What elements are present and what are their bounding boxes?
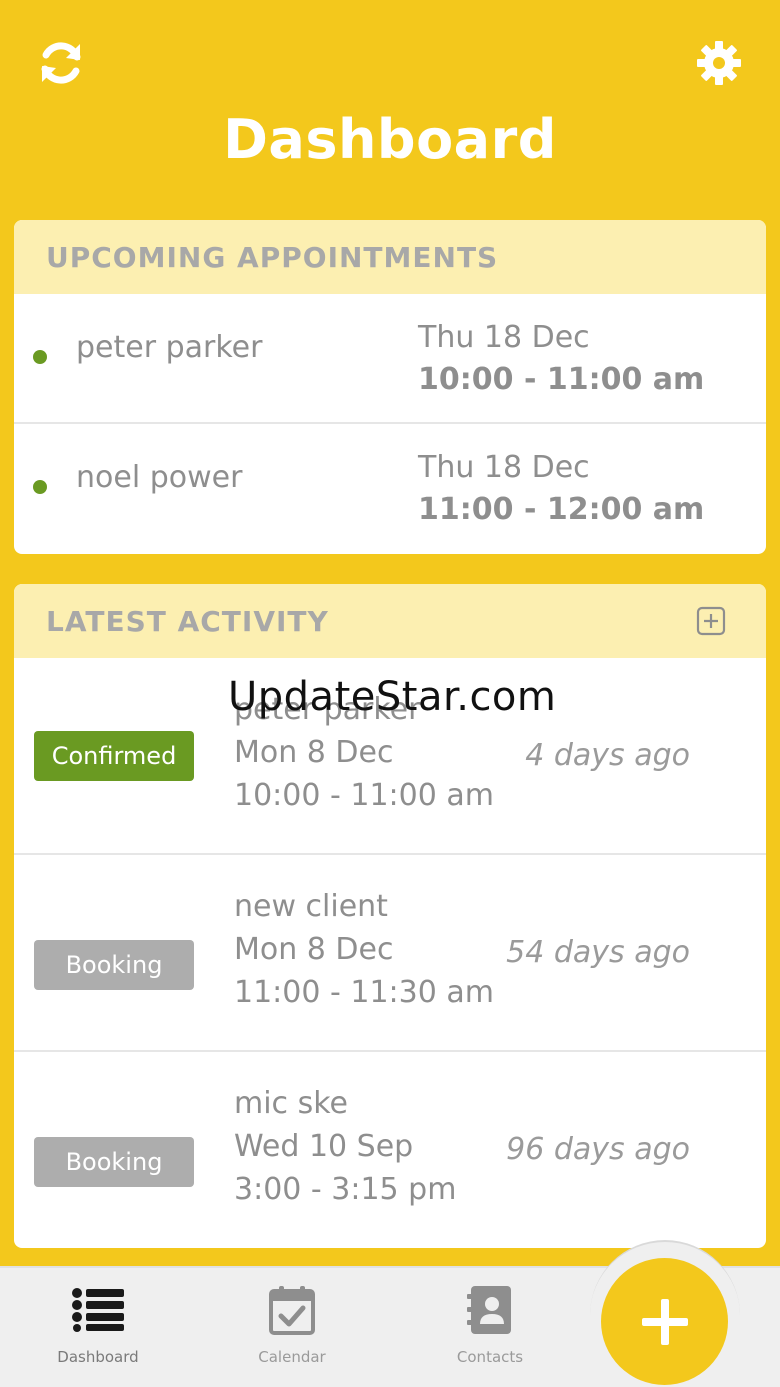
- activity-time: 11:00 - 11:30 am: [234, 975, 494, 1010]
- appointments-title: UPCOMING APPOINTMENTS: [46, 240, 499, 274]
- appointment-date: Thu 18 Dec: [418, 450, 590, 485]
- activity-client-name: new client: [234, 889, 388, 924]
- activity-details: mic ske Wed 10 Sep 3:00 - 3:15 pm: [234, 1082, 456, 1211]
- activity-time: 3:00 - 3:15 pm: [234, 1172, 457, 1207]
- appointment-row[interactable]: noel power Thu 18 Dec 11:00 - 12:00 am: [14, 424, 766, 554]
- refresh-button[interactable]: [34, 36, 88, 90]
- appointment-client-name: noel power: [76, 460, 243, 495]
- appointment-time: 11:00 - 12:00 am: [418, 492, 705, 527]
- activity-time-ago: 4 days ago: [525, 738, 690, 773]
- status-dot: [33, 480, 47, 494]
- contacts-book-icon: [467, 1286, 511, 1334]
- refresh-icon: [41, 42, 81, 84]
- calendar-check-icon: [269, 1286, 315, 1335]
- appointment-client-name: peter parker: [76, 330, 263, 365]
- activity-time-ago: 96 days ago: [506, 1132, 690, 1167]
- appointment-time: 10:00 - 11:00 am: [418, 362, 705, 397]
- status-dot: [33, 350, 47, 364]
- activity-date: Mon 8 Dec: [234, 735, 394, 770]
- activity-header: LATEST ACTIVITY: [14, 584, 766, 658]
- activity-date: Mon 8 Dec: [234, 932, 394, 967]
- plus-icon: [641, 1298, 688, 1345]
- settings-button[interactable]: [692, 36, 746, 90]
- tab-dashboard[interactable]: Dashboard: [18, 1282, 178, 1382]
- list-icon: [72, 1288, 124, 1332]
- status-badge: Booking: [34, 1137, 194, 1187]
- activity-client-name: mic ske: [234, 1086, 348, 1121]
- gear-icon: [697, 41, 741, 85]
- activity-row[interactable]: Booking mic ske Wed 10 Sep 3:00 - 3:15 p…: [14, 1052, 766, 1248]
- tab-label: Dashboard: [57, 1348, 139, 1366]
- activity-time: 10:00 - 11:00 am: [234, 778, 494, 813]
- tab-label: Contacts: [456, 1348, 524, 1366]
- plus-square-icon[interactable]: [696, 606, 726, 636]
- appointment-date: Thu 18 Dec: [418, 320, 590, 355]
- page-title: Dashboard: [223, 108, 557, 171]
- appointment-row[interactable]: peter parker Thu 18 Dec 10:00 - 11:00 am: [14, 294, 766, 424]
- status-badge: Booking: [34, 940, 194, 990]
- tab-contacts[interactable]: Contacts: [410, 1282, 570, 1382]
- appointments-header: UPCOMING APPOINTMENTS: [14, 220, 766, 294]
- activity-row[interactable]: Booking new client Mon 8 Dec 11:00 - 11:…: [14, 855, 766, 1052]
- activity-time-ago: 54 days ago: [506, 935, 690, 970]
- activity-title: LATEST ACTIVITY: [46, 604, 329, 638]
- tab-calendar[interactable]: Calendar: [212, 1282, 372, 1382]
- add-button[interactable]: [601, 1258, 728, 1385]
- activity-date: Wed 10 Sep: [234, 1129, 414, 1164]
- status-badge: Confirmed: [34, 731, 194, 781]
- upcoming-appointments-card: UPCOMING APPOINTMENTS peter parker Thu 1…: [14, 220, 766, 554]
- watermark: UpdateStar.com: [228, 674, 557, 720]
- activity-details: new client Mon 8 Dec 11:00 - 11:30 am: [234, 885, 494, 1014]
- top-bar: Dashboard: [0, 0, 780, 210]
- tab-label: Calendar: [258, 1348, 326, 1366]
